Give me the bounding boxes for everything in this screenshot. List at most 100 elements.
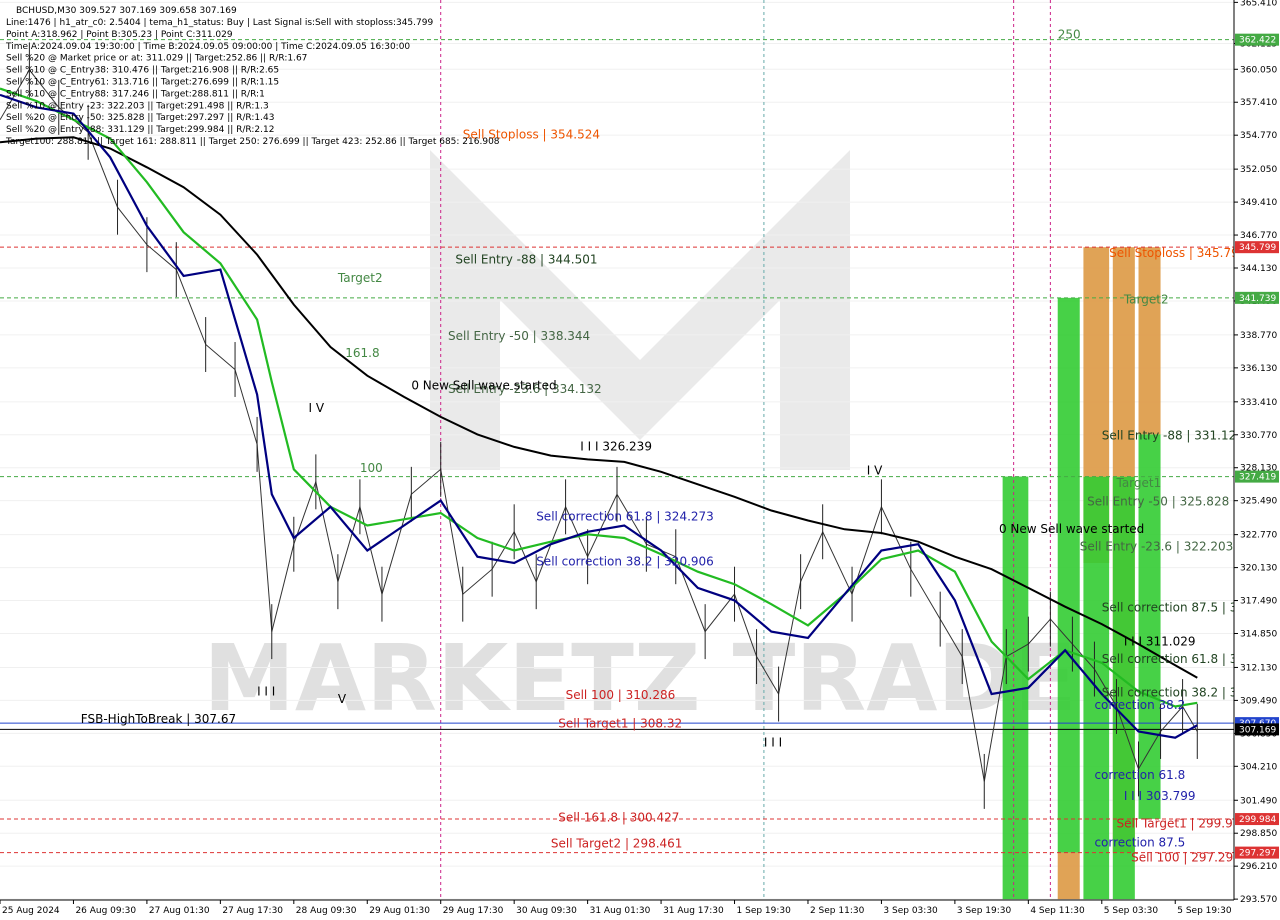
price-tag-label: 299.984 bbox=[1239, 815, 1276, 825]
chart-canvas: MARKETZ TRADE Sell Stoploss | 354.524Sel… bbox=[0, 0, 1280, 920]
zone-bar bbox=[1138, 247, 1161, 435]
y-tick-label: 301.490 bbox=[1240, 796, 1277, 806]
annotation-label: Sell Entry -50 | 338.344 bbox=[448, 329, 590, 343]
annotation-label: Sell Entry -50 | 325.828 bbox=[1087, 495, 1229, 509]
info-line: Line:1476 | h1_atr_c0: 2.5404 | tema_h1_… bbox=[6, 18, 433, 28]
x-tick-label: 3 Sep 19:30 bbox=[957, 906, 1012, 916]
x-tick-label: 3 Sep 03:30 bbox=[883, 906, 938, 916]
y-tick-label: 352.050 bbox=[1240, 165, 1277, 175]
y-tick-label: 344.130 bbox=[1240, 264, 1277, 274]
annotation-label: Sell 100 | 297.297 bbox=[1131, 850, 1241, 864]
y-tick-label: 314.850 bbox=[1240, 629, 1277, 639]
info-line: Sell %10 @ Entry -23: 322.203 || Target:… bbox=[6, 101, 269, 111]
x-tick-label: 29 Aug 01:30 bbox=[369, 906, 430, 916]
annotation-label: I V bbox=[309, 401, 325, 415]
x-tick-label: 4 Sep 11:30 bbox=[1030, 906, 1085, 916]
annotation-label: 250 bbox=[1058, 28, 1081, 42]
x-tick-label: 27 Aug 17:30 bbox=[222, 906, 283, 916]
annotation-label: Target2 bbox=[337, 271, 383, 285]
y-tick-label: 317.490 bbox=[1240, 597, 1277, 607]
annotation-label: I I I 303.799 bbox=[1124, 789, 1196, 803]
annotation-label: Sell correction 38.2 | 320.906 bbox=[536, 554, 714, 568]
y-tick-label: 354.770 bbox=[1240, 131, 1277, 141]
y-tick-label: 322.770 bbox=[1240, 531, 1277, 541]
annotation-label: Sell 100 | 310.286 bbox=[566, 688, 676, 702]
annotation-label: FSB-HighToBreak | 307.67 bbox=[81, 712, 236, 726]
y-tick-label: 304.210 bbox=[1240, 762, 1277, 772]
info-line: Sell %10 @ C_Entry61: 313.716 || Target:… bbox=[6, 78, 279, 88]
annotation-label: Sell Entry -23.6 | 322.203 bbox=[1080, 539, 1234, 553]
annotation-label: correction 61.8 bbox=[1094, 768, 1185, 782]
annotation-label: correction 87.5 bbox=[1094, 835, 1185, 849]
annotation-label: I I I bbox=[257, 684, 275, 698]
y-tick-label: 336.130 bbox=[1240, 364, 1277, 374]
y-tick-label: 349.410 bbox=[1240, 198, 1277, 208]
annotation-label: Sell Stoploss | 345.799 bbox=[1109, 246, 1246, 260]
x-tick-label: 25 Aug 2024 bbox=[2, 906, 60, 916]
price-tag-label: 327.419 bbox=[1239, 473, 1276, 483]
y-tick-label: 312.130 bbox=[1240, 663, 1277, 673]
zone-bar bbox=[1057, 297, 1080, 853]
info-line: Sell %20 @ Market price or at: 311.029 |… bbox=[6, 54, 307, 64]
annotation-label: I I I bbox=[764, 735, 782, 749]
annotation-label: correction 38.2 bbox=[1094, 698, 1185, 712]
price-tag-label: 307.169 bbox=[1239, 725, 1276, 735]
info-line: Target100: 288.811 || Target 161: 288.81… bbox=[5, 137, 500, 147]
x-tick-label: 31 Aug 01:30 bbox=[590, 906, 651, 916]
x-tick-label: 29 Aug 17:30 bbox=[443, 906, 504, 916]
x-tick-label: 5 Sep 19:30 bbox=[1177, 906, 1232, 916]
y-tick-label: 333.410 bbox=[1240, 398, 1277, 408]
annotation-label: 100 bbox=[360, 461, 383, 475]
annotation-label: Target2 bbox=[1123, 292, 1169, 306]
info-line: Sell %20 @ Entry -50: 325.828 || Target:… bbox=[6, 113, 274, 123]
annotation-label: I I I 311.029 bbox=[1124, 634, 1196, 648]
x-tick-label: 26 Aug 09:30 bbox=[75, 906, 136, 916]
x-tick-label: 2 Sep 11:30 bbox=[810, 906, 865, 916]
y-tick-label: 338.770 bbox=[1240, 331, 1277, 341]
y-tick-label: 293.570 bbox=[1240, 895, 1277, 905]
info-line: Sell %10 @ C_Entry88: 317.246 || Target:… bbox=[6, 89, 265, 99]
annotation-label: V bbox=[338, 692, 347, 706]
zone-bar bbox=[1138, 434, 1161, 819]
symbol-header: BCHUSD,M30 309.527 307.169 309.658 307.1… bbox=[16, 6, 237, 16]
x-tick-label: 28 Aug 09:30 bbox=[296, 906, 357, 916]
y-tick-label: 320.130 bbox=[1240, 564, 1277, 574]
info-line: Point A:318.962 | Point B:305.23 | Point… bbox=[6, 30, 233, 40]
y-tick-label: 330.770 bbox=[1240, 431, 1277, 441]
y-tick-label: 325.490 bbox=[1240, 497, 1277, 507]
y-tick-label: 346.770 bbox=[1240, 231, 1277, 241]
y-tick-label: 298.850 bbox=[1240, 829, 1277, 839]
annotation-label: Sell Target1 | 308.32 bbox=[558, 717, 682, 731]
zone-bar bbox=[1057, 852, 1080, 900]
x-tick-label: 1 Sep 19:30 bbox=[737, 906, 792, 916]
annotation-label: Sell correction 61.8 | 324.273 bbox=[536, 510, 714, 524]
annotation-label: I I I 326.239 bbox=[580, 440, 652, 454]
y-tick-label: 365.410 bbox=[1240, 0, 1277, 8]
x-tick-label: 5 Sep 03:30 bbox=[1104, 906, 1159, 916]
price-tag-label: 297.297 bbox=[1239, 849, 1276, 859]
annotation-label: 0 New Sell wave started bbox=[411, 378, 556, 392]
price-tag-label: 362.422 bbox=[1239, 36, 1276, 46]
annotation-label: 161.8 bbox=[345, 346, 379, 360]
y-tick-label: 360.050 bbox=[1240, 65, 1277, 75]
price-tag-label: 345.799 bbox=[1239, 243, 1276, 253]
x-tick-label: 31 Aug 17:30 bbox=[663, 906, 724, 916]
x-tick-label: 27 Aug 01:30 bbox=[149, 906, 210, 916]
info-line: Time A:2024.09.04 19:30:00 | Time B:2024… bbox=[5, 42, 410, 52]
price-tag-label: 341.739 bbox=[1239, 294, 1276, 304]
x-tick-label: 30 Aug 09:30 bbox=[516, 906, 577, 916]
annotation-label: Sell Target1 | 299.984 bbox=[1116, 817, 1248, 831]
annotation-label: Sell Entry -88 | 344.501 bbox=[455, 252, 597, 266]
annotation-label: Sell Target2 | 298.461 bbox=[551, 837, 683, 851]
annotation-label: Target1 bbox=[1115, 476, 1161, 490]
info-line: Sell %10 @ C_Entry38: 310.476 || Target:… bbox=[6, 66, 279, 76]
annotation-label: 0 New Sell wave started bbox=[999, 522, 1144, 536]
annotation-label: I V bbox=[867, 463, 883, 477]
y-tick-label: 357.410 bbox=[1240, 98, 1277, 108]
y-tick-label: 309.490 bbox=[1240, 696, 1277, 706]
y-tick-label: 296.210 bbox=[1240, 862, 1277, 872]
chart: MARKETZ TRADE Sell Stoploss | 354.524 Sel… bbox=[0, 0, 1280, 920]
annotation-label: Sell Entry -88 | 331.129 bbox=[1102, 428, 1244, 442]
annotation-label: Sell 161.8 | 300.427 bbox=[558, 810, 679, 824]
info-line: Sell %20 @ Entry -88: 331.129 || Target:… bbox=[6, 125, 274, 135]
